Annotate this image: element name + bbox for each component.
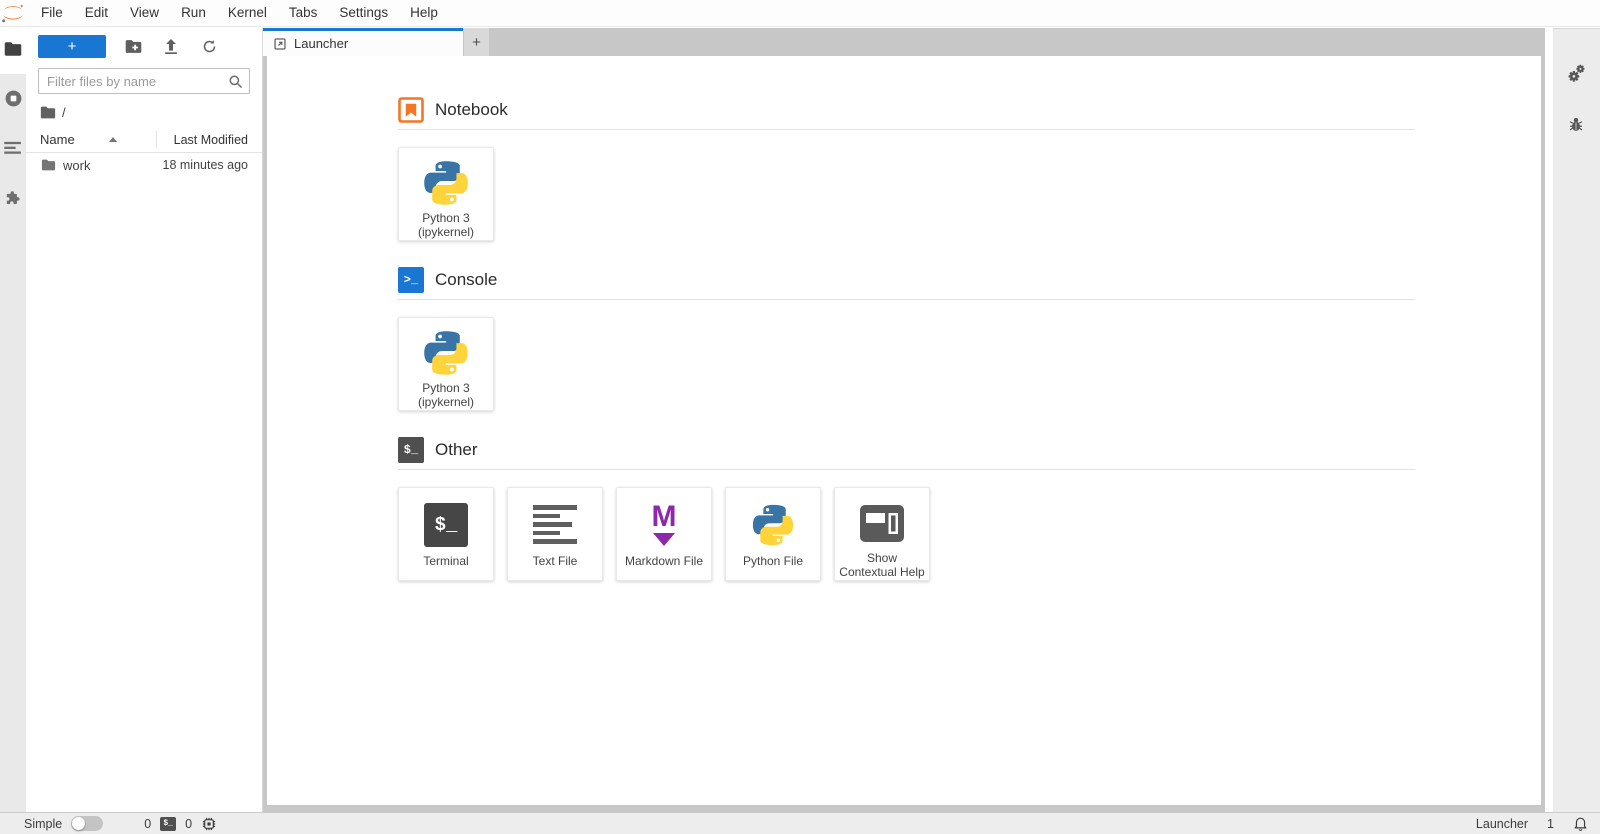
simple-mode-toggle[interactable] [71,816,104,831]
dock-panel: Launcher + Notebook Python 3 (ipykernel)… [263,28,1545,812]
new-tab-button[interactable]: + [464,28,489,56]
section-title: Console [435,270,498,289]
terminals-count: 0 [144,816,152,831]
card-console-python3[interactable]: Python 3 (ipykernel) [398,317,494,411]
menu-edit[interactable]: Edit [74,0,119,26]
section-notebook-header: Notebook [398,97,1415,123]
section-other: $_ Other $_ Terminal Text File M Markdow… [398,437,1415,581]
menu-kernel[interactable]: Kernel [217,0,278,26]
section-title: Other [435,440,478,459]
card-label: Python 3 (ipykernel) [417,211,474,240]
tab-launcher[interactable]: Launcher [263,28,463,56]
contextual-help-icon [860,497,904,549]
terminal-icon: $_ [398,437,424,463]
card-markdown-file[interactable]: M Markdown File [616,487,712,581]
card-label: Python 3 (ipykernel) [417,381,474,410]
debugger-bug-icon[interactable] [1563,111,1589,137]
menu-settings[interactable]: Settings [328,0,399,26]
section-title: Notebook [435,100,508,119]
card-show-contextual-help[interactable]: Show Contextual Help [834,487,930,581]
file-name: work [63,157,91,173]
file-last-modified: 18 minutes ago [162,158,248,172]
card-text-file[interactable]: Text File [507,487,603,581]
active-context-label: Launcher [1475,816,1529,831]
menu-help[interactable]: Help [399,0,449,26]
file-browser-panel: + Filter files by name / Name Last Modif… [26,28,263,812]
file-browser-toolbar: + [26,28,262,62]
right-sidebar [1553,28,1600,812]
section-console-header: >_ Console [398,267,1415,293]
notification-bell-icon[interactable] [1573,815,1588,832]
table-of-contents-tab-icon[interactable] [0,135,26,161]
console-icon: >_ [398,267,424,293]
section-console: >_ Console Python 3 (ipykernel) [398,267,1415,411]
column-name[interactable]: Name [40,132,75,147]
file-list-header: Name Last Modified [26,127,262,153]
card-label: Python File [742,554,804,568]
filter-files-box [38,68,250,94]
card-terminal[interactable]: $_ Terminal [398,487,494,581]
notifications-count: 1 [1547,816,1554,831]
toggle-knob [72,817,86,830]
search-icon [228,74,243,89]
launcher-tab-icon [273,37,287,51]
kernels-count: 0 [185,816,193,831]
folder-icon [41,159,56,171]
refresh-icon[interactable] [190,34,228,58]
breadcrumb: / [26,96,262,127]
tab-bar: Launcher + [263,28,1545,56]
menu-file[interactable]: File [30,0,74,26]
running-kernels-tab-icon[interactable] [0,85,26,111]
section-other-header: $_ Other [398,437,1415,463]
python-logo-icon [420,157,472,209]
new-folder-icon[interactable] [114,34,152,58]
sort-ascending-caret-icon [108,137,117,142]
card-label: Show Contextual Help [839,551,925,580]
extensions-puzzle-tab-icon[interactable] [0,185,26,211]
terminals-kernels-status[interactable]: 0 $_ 0 [144,816,217,832]
breadcrumb-home-folder-icon[interactable] [40,106,56,119]
python-logo-icon [749,497,797,552]
menu-view[interactable]: View [119,0,170,26]
file-row-work[interactable]: work 18 minutes ago [26,153,262,177]
file-browser-tab-folder-icon[interactable] [0,36,26,62]
markdown-file-icon: M [652,502,677,546]
tab-label: Launcher [294,36,349,51]
section-divider [398,129,1415,130]
card-label: Terminal [423,554,469,568]
property-inspector-gears-icon[interactable] [1563,60,1589,86]
section-notebook: Notebook Python 3 (ipykernel) [398,97,1415,241]
terminal-icon: $_ [160,816,177,831]
card-notebook-python3[interactable]: Python 3 (ipykernel) [398,147,494,241]
python-logo-icon [420,327,472,379]
launcher: Notebook Python 3 (ipykernel) >_ Console… [267,56,1541,581]
new-launcher-button[interactable]: + [38,34,106,58]
simple-mode-label: Simple [24,816,63,831]
text-file-icon [533,505,577,545]
card-label: Text File [532,554,578,568]
menu-bar: File Edit View Run Kernel Tabs Settings … [0,0,1600,27]
status-bar: Simple 0 $_ 0 Launcher 1 [0,812,1600,834]
column-last-modified[interactable]: Last Modified [174,133,248,147]
upload-icon[interactable] [152,34,190,58]
section-divider [398,469,1415,470]
menu-run[interactable]: Run [170,0,217,26]
breadcrumb-root: / [62,105,66,120]
notebook-icon [398,97,424,123]
left-sidebar [0,28,26,812]
column-divider [156,131,157,148]
card-python-file[interactable]: Python File [725,487,821,581]
menu-tabs[interactable]: Tabs [278,0,329,26]
kernel-chip-icon [201,816,217,832]
terminal-icon: $_ [424,502,468,547]
launcher-body: Notebook Python 3 (ipykernel) >_ Console… [267,56,1541,805]
section-divider [398,299,1415,300]
jupyterlab-window: File Edit View Run Kernel Tabs Settings … [0,0,1600,834]
filter-files-input[interactable] [47,73,228,89]
jupyter-logo-icon [0,2,30,24]
card-label: Markdown File [624,554,704,568]
